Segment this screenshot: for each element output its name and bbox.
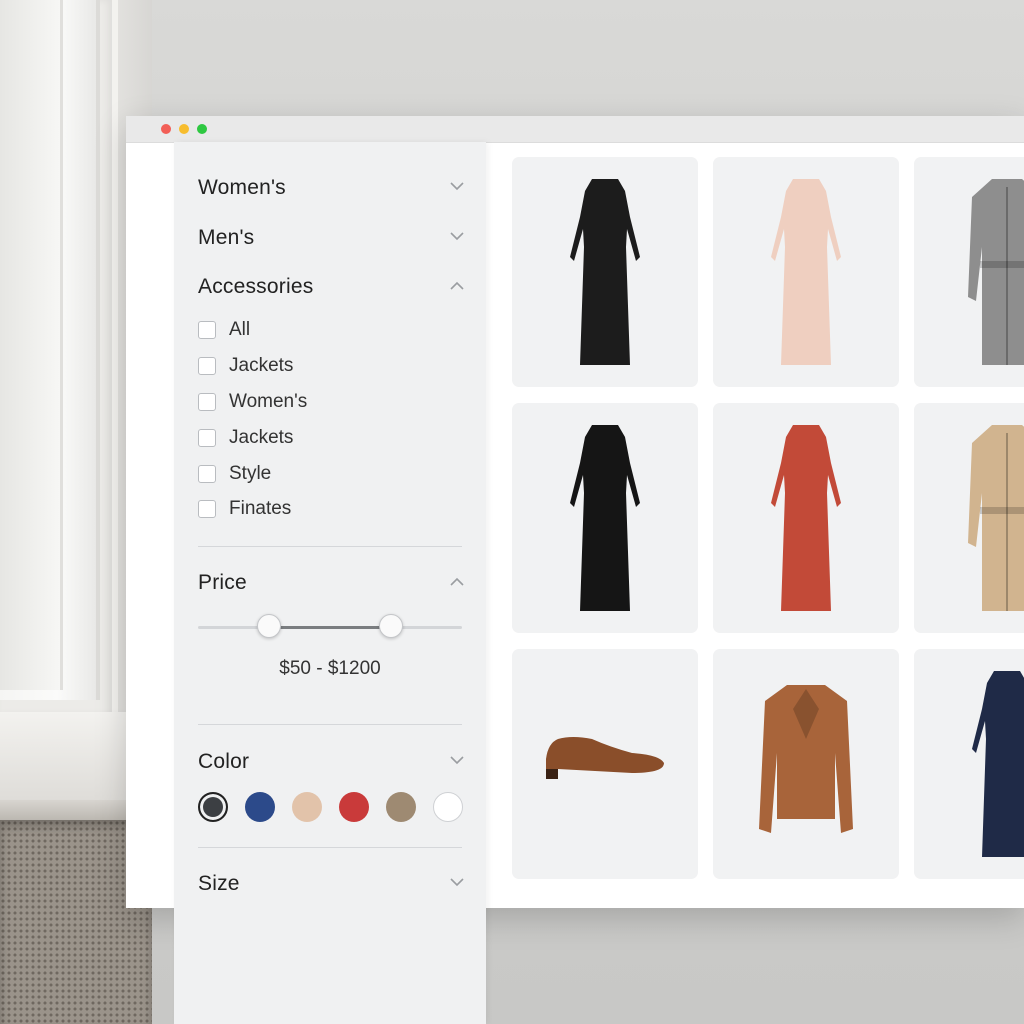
- checkbox[interactable]: [198, 500, 216, 518]
- accessories-option-all[interactable]: All: [198, 318, 250, 342]
- product-card[interactable]: [713, 403, 899, 633]
- divider: [198, 724, 462, 725]
- checkbox[interactable]: [198, 429, 216, 447]
- product-card[interactable]: [512, 649, 698, 879]
- checkbox-label: Finates: [229, 498, 292, 519]
- price-label: Price: [198, 571, 247, 594]
- checkbox[interactable]: [198, 357, 216, 375]
- maximize-window-button[interactable]: [197, 124, 207, 134]
- chevron-up-icon: [450, 281, 464, 293]
- divider: [198, 546, 462, 547]
- product-image: [771, 425, 841, 611]
- product-image: [972, 671, 1024, 857]
- color-swatch-beige[interactable]: [292, 792, 322, 822]
- color-swatches: [198, 792, 463, 822]
- color-swatch-navy[interactable]: [245, 792, 275, 822]
- product-image: [546, 737, 664, 779]
- close-window-button[interactable]: [161, 124, 171, 134]
- accessories-option-jackets[interactable]: Jackets: [198, 354, 293, 378]
- chevron-down-icon: [450, 182, 464, 194]
- price-slider-range: [269, 626, 391, 629]
- product-card[interactable]: [512, 403, 698, 633]
- size-label: Size: [198, 872, 240, 895]
- category-accessories-label: Accessories: [198, 275, 314, 298]
- price-range-value: $50 - $1200: [279, 658, 381, 679]
- checkbox-label: Jackets: [229, 355, 294, 376]
- category-womens-label: Women's: [198, 176, 286, 199]
- category-mens-label: Men's: [198, 226, 255, 249]
- category-mens[interactable]: Men's: [198, 223, 464, 253]
- filter-sidebar: Women's Men's Accessories All Jackets Wo…: [174, 142, 486, 1024]
- checkbox-label: Jackets: [229, 427, 294, 448]
- room-window: [0, 0, 118, 740]
- product-card[interactable]: [713, 157, 899, 387]
- color-swatch-charcoal[interactable]: [198, 792, 228, 822]
- product-card[interactable]: [914, 157, 1024, 387]
- minimize-window-button[interactable]: [179, 124, 189, 134]
- price-slider-track[interactable]: [198, 626, 462, 629]
- scene-background: Women's Men's Accessories All Jackets Wo…: [0, 0, 1024, 1024]
- checkbox[interactable]: [198, 321, 216, 339]
- product-image: [771, 179, 841, 365]
- product-card[interactable]: [512, 157, 698, 387]
- category-womens[interactable]: Women's: [198, 173, 464, 203]
- product-image: [570, 425, 640, 611]
- chevron-down-icon: [450, 878, 464, 890]
- accessories-option-finates[interactable]: Finates: [198, 497, 291, 521]
- product-card[interactable]: [713, 649, 899, 879]
- color-swatch-red[interactable]: [339, 792, 369, 822]
- product-image: [759, 685, 853, 833]
- accessories-option-womens[interactable]: Women's: [198, 390, 307, 414]
- divider: [198, 847, 462, 848]
- chevron-up-icon: [450, 577, 464, 589]
- accessories-option-jackets-2[interactable]: Jackets: [198, 426, 293, 450]
- checkbox-label: All: [229, 319, 251, 340]
- product-image: [968, 179, 1024, 365]
- checkbox-label: Women's: [229, 391, 308, 412]
- window-sill: [0, 712, 130, 802]
- price-min-handle[interactable]: [257, 614, 282, 638]
- product-card[interactable]: [914, 649, 1024, 879]
- color-swatch-white[interactable]: [433, 792, 463, 822]
- checkbox-label: Style: [229, 463, 272, 484]
- price-max-handle[interactable]: [378, 614, 403, 638]
- window-sash: [0, 0, 63, 690]
- category-accessories[interactable]: Accessories: [198, 272, 464, 302]
- color-swatch-taupe[interactable]: [386, 792, 416, 822]
- chevron-down-icon: [450, 232, 464, 244]
- product-image: [968, 425, 1024, 611]
- price-filter-header[interactable]: Price: [198, 568, 464, 598]
- checkbox[interactable]: [198, 393, 216, 411]
- color-filter-header[interactable]: Color: [198, 747, 464, 777]
- product-image: [570, 179, 640, 365]
- title-bar: [126, 116, 1024, 143]
- checkbox[interactable]: [198, 465, 216, 483]
- accessories-option-style[interactable]: Style: [198, 462, 271, 486]
- product-card[interactable]: [914, 403, 1024, 633]
- size-filter-header[interactable]: Size: [198, 869, 464, 899]
- chevron-down-icon: [450, 756, 464, 768]
- color-label: Color: [198, 750, 250, 773]
